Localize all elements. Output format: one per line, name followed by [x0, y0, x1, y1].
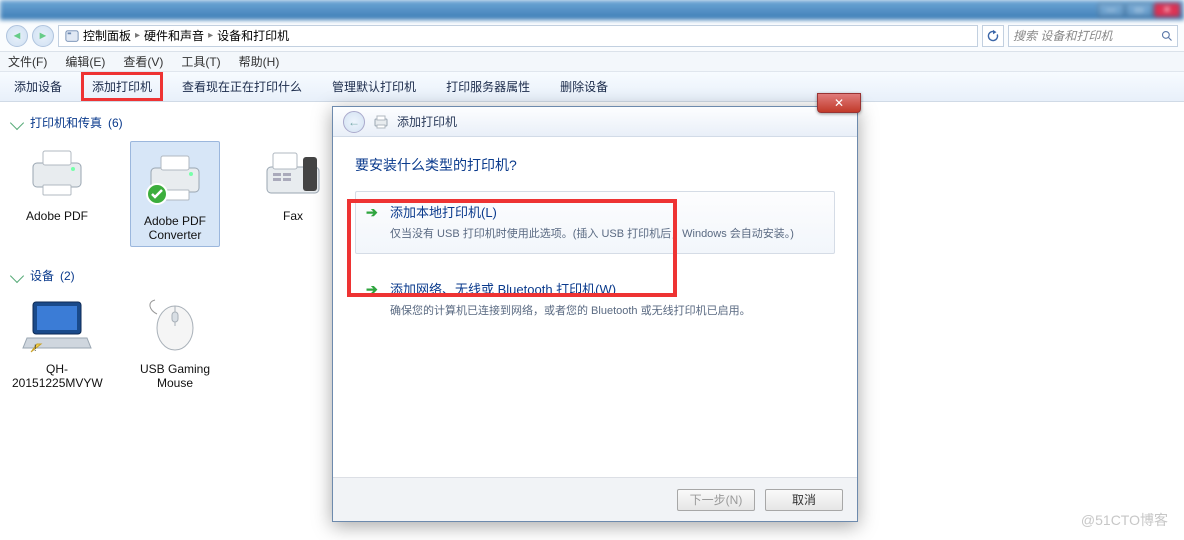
menu-edit[interactable]: 编辑(E)	[61, 53, 109, 70]
option-local-desc: 仅当没有 USB 打印机时使用此选项。(插入 USB 打印机后，Windows …	[390, 225, 820, 241]
breadcrumb-seg-2[interactable]: 硬件和声音	[144, 27, 204, 44]
group-devices-label: 设备	[30, 267, 54, 284]
dialog-footer: 下一步(N) 取消	[333, 477, 857, 521]
svg-text:!: !	[34, 343, 37, 353]
device-label: USB Gaming Mouse	[130, 362, 220, 390]
device-item-adobe-pdf[interactable]: Adobe PDF	[12, 141, 102, 247]
watermark: @51CTO博客	[1081, 510, 1168, 530]
dialog-body: 要安装什么类型的打印机? ➔ 添加本地打印机(L) 仅当没有 USB 打印机时使…	[333, 137, 857, 331]
breadcrumb-icon	[65, 29, 79, 43]
cmd-add-device[interactable]: 添加设备	[6, 75, 70, 98]
device-label: Adobe PDF	[12, 209, 102, 223]
chevron-right-icon: ▸	[135, 30, 140, 41]
refresh-icon	[986, 29, 1000, 43]
minimize-button[interactable]: —	[1098, 3, 1124, 17]
menu-view[interactable]: 查看(V)	[119, 53, 167, 70]
group-printers-label: 打印机和传真	[30, 114, 102, 131]
cmd-see-printing[interactable]: 查看现在正在打印什么	[174, 75, 310, 98]
device-item-fax[interactable]: Fax	[248, 141, 338, 247]
group-devices-count: (2)	[60, 269, 75, 283]
mouse-icon	[139, 294, 211, 358]
option-local-title: 添加本地打印机(L)	[390, 202, 820, 221]
arrow-right-icon: ➔	[366, 204, 378, 221]
option-add-local-printer[interactable]: ➔ 添加本地打印机(L) 仅当没有 USB 打印机时使用此选项。(插入 USB …	[355, 191, 835, 254]
maximize-button[interactable]: ▭	[1126, 3, 1152, 17]
close-button[interactable]: ✕	[1154, 3, 1180, 17]
dialog-close-button[interactable]: ✕	[817, 93, 861, 113]
option-network-title: 添加网络、无线或 Bluetooth 打印机(W)	[390, 279, 820, 298]
dialog-back-button[interactable]: ←	[343, 111, 365, 133]
device-item-adobe-pdf-converter[interactable]: Adobe PDF Converter	[130, 141, 220, 247]
device-label: Adobe PDF Converter	[133, 214, 217, 242]
group-printers-count: (6)	[108, 116, 123, 130]
search-input[interactable]: 搜索 设备和打印机	[1008, 25, 1178, 47]
command-bar: 添加设备 添加打印机 查看现在正在打印什么 管理默认打印机 打印服务器属性 删除…	[0, 72, 1184, 102]
menu-file[interactable]: 文件(F)	[4, 53, 51, 70]
menu-tools[interactable]: 工具(T)	[177, 53, 224, 70]
device-label: Fax	[248, 209, 338, 223]
fax-icon	[257, 141, 329, 205]
search-icon	[1161, 30, 1173, 42]
dialog-titlebar: ← 添加打印机	[333, 107, 857, 137]
nav-back-button[interactable]: ◄	[6, 25, 28, 47]
printer-default-icon	[139, 146, 211, 210]
cmd-manage-default[interactable]: 管理默认打印机	[324, 75, 424, 98]
cmd-add-printer[interactable]: 添加打印机	[84, 75, 160, 98]
dialog-heading: 要安装什么类型的打印机?	[355, 155, 835, 175]
arrow-right-icon: ➔	[366, 281, 378, 298]
add-printer-dialog: ✕ ← 添加打印机 要安装什么类型的打印机? ➔ 添加本地打印机(L) 仅当没有…	[332, 106, 858, 522]
option-add-network-printer[interactable]: ➔ 添加网络、无线或 Bluetooth 打印机(W) 确保您的计算机已连接到网…	[355, 268, 835, 331]
nav-forward-button[interactable]: ►	[32, 25, 54, 47]
breadcrumb-seg-1[interactable]: 控制面板	[83, 27, 131, 44]
printer-icon	[373, 114, 389, 130]
menu-help[interactable]: 帮助(H)	[235, 53, 284, 70]
refresh-button[interactable]	[982, 25, 1004, 47]
chevron-down-icon	[10, 268, 24, 282]
laptop-icon: !	[21, 294, 93, 358]
cmd-print-server-props[interactable]: 打印服务器属性	[438, 75, 538, 98]
next-button[interactable]: 下一步(N)	[677, 489, 755, 511]
search-placeholder: 搜索 设备和打印机	[1013, 27, 1112, 44]
menu-bar: 文件(F) 编辑(E) 查看(V) 工具(T) 帮助(H)	[0, 52, 1184, 72]
dialog-title-text: 添加打印机	[397, 113, 457, 130]
breadcrumb-seg-3[interactable]: 设备和打印机	[217, 27, 289, 44]
device-item-mouse[interactable]: USB Gaming Mouse	[130, 294, 220, 390]
printer-icon	[21, 141, 93, 205]
window-titlebar: — ▭ ✕	[0, 0, 1184, 20]
device-item-laptop[interactable]: ! QH-20151225MVYW	[12, 294, 102, 390]
option-network-desc: 确保您的计算机已连接到网络，或者您的 Bluetooth 或无线打印机已启用。	[390, 302, 820, 318]
cmd-delete-device[interactable]: 删除设备	[552, 75, 616, 98]
chevron-right-icon: ▸	[208, 30, 213, 41]
address-bar: ◄ ► 控制面板 ▸ 硬件和声音 ▸ 设备和打印机 搜索 设备和打印机	[0, 20, 1184, 52]
device-label: QH-20151225MVYW	[12, 362, 102, 390]
chevron-down-icon	[10, 115, 24, 129]
cancel-button[interactable]: 取消	[765, 489, 843, 511]
breadcrumb[interactable]: 控制面板 ▸ 硬件和声音 ▸ 设备和打印机	[58, 25, 978, 47]
